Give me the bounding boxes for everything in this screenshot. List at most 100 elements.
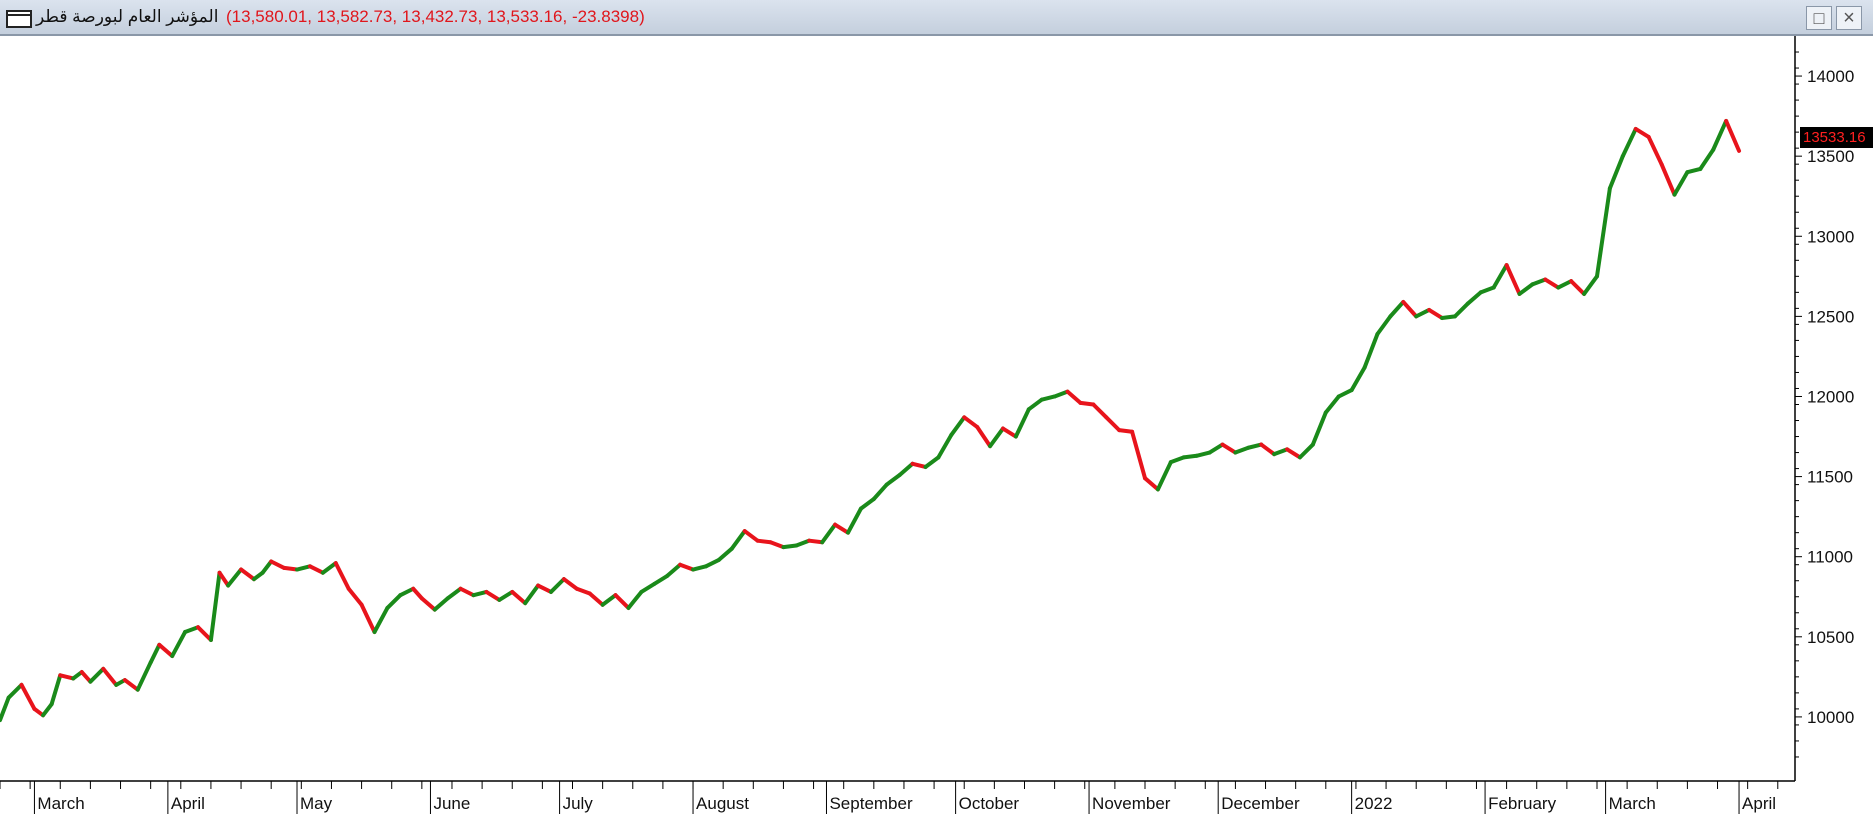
x-tick-label: October	[959, 794, 1020, 813]
x-tick-label: 2022	[1355, 794, 1393, 813]
price-segment-down	[1220, 442, 1238, 455]
price-segment-down	[346, 586, 364, 607]
price-segment-up	[1478, 285, 1496, 295]
price-segment-up	[1310, 410, 1328, 447]
price-segment-up	[639, 581, 657, 594]
price-segment-up	[1698, 147, 1716, 171]
price-segment-down	[1646, 134, 1664, 167]
price-segment-up	[1155, 460, 1173, 492]
x-tick-label: May	[300, 794, 333, 813]
price-segment-down	[975, 424, 993, 449]
price-segment-down	[1569, 279, 1587, 296]
price-segment-down	[101, 666, 119, 687]
price-segment-down	[1130, 429, 1148, 481]
price-segment-up	[1323, 394, 1341, 415]
price-segment-up	[226, 567, 244, 588]
price-segment-up	[1272, 447, 1290, 457]
price-segment-up	[845, 506, 863, 535]
price-segment-up	[1233, 445, 1251, 455]
price-segment-up	[1491, 263, 1509, 290]
price-segment-down	[1065, 389, 1083, 405]
price-segment-up	[1711, 118, 1729, 152]
price-segment-down	[1259, 442, 1277, 457]
price-segment-up	[936, 432, 954, 460]
price-segment-up	[1672, 170, 1690, 197]
window-menu-icon[interactable]	[6, 10, 32, 28]
price-segment-down	[1143, 476, 1160, 492]
price-segment-up	[1336, 388, 1354, 399]
price-segment-down	[510, 589, 528, 606]
price-segment-up	[665, 562, 683, 578]
y-tick-label: 13000	[1807, 227, 1854, 246]
x-tick-label: August	[696, 794, 749, 813]
price-segment-up	[49, 673, 63, 707]
last-price-label: 13533.16	[1800, 127, 1873, 148]
price-segment-up	[1026, 397, 1044, 412]
price-segment-down	[574, 586, 592, 596]
price-segment-up	[1607, 154, 1625, 191]
y-tick-label: 13500	[1807, 147, 1854, 166]
price-segment-up	[88, 666, 106, 684]
price-segment-up	[716, 546, 734, 562]
window-title-bar: المؤشر العام لبورصة قطر (13,580.01, 13,5…	[0, 0, 1873, 36]
price-segment-down	[217, 570, 231, 588]
price-segment-up	[6, 682, 24, 700]
price-segment-up	[1530, 277, 1548, 287]
price-segment-down	[1091, 402, 1109, 420]
chart-title: المؤشر العام لبورصة قطر	[36, 7, 219, 26]
price-segment-up	[884, 472, 902, 487]
price-segment-up	[988, 426, 1005, 449]
price-chart: 10000 10500 11000 11500 12000 12500 13000 13500…	[0, 36, 1854, 814]
price-segment-up	[1362, 332, 1380, 370]
y-tick-label: 11000	[1807, 548, 1853, 567]
price-segment-down	[458, 586, 476, 598]
price-segment-up	[858, 497, 876, 511]
price-segment-up	[148, 642, 162, 665]
y-axis: 10000 10500 11000 11500 12000 12500 13000 13500…	[1795, 51, 1854, 758]
price-segment-down	[536, 583, 553, 594]
price-segment-up	[135, 660, 153, 692]
price-segment-up	[1349, 365, 1367, 393]
price-segment-up	[372, 605, 390, 634]
price-segment-down	[1401, 299, 1419, 319]
price-segment-up	[1452, 301, 1470, 319]
restore-icon[interactable]: □	[1806, 6, 1832, 30]
price-segment-up	[703, 557, 721, 569]
price-segment-up	[729, 529, 747, 551]
price-segment-up	[548, 577, 566, 594]
price-segment-down	[484, 589, 502, 602]
x-tick-label: September	[829, 794, 912, 813]
price-segment-down	[1633, 126, 1651, 139]
close-icon[interactable]: ×	[1836, 6, 1862, 30]
x-tick-label: November	[1092, 794, 1171, 813]
price-segment-up	[794, 538, 812, 548]
price-segment-up	[600, 593, 618, 607]
price-segment-up	[1052, 389, 1070, 399]
price-segment-down	[269, 559, 287, 570]
price-segment-down	[678, 562, 696, 572]
price-segment-down	[561, 577, 579, 591]
price-segment-down	[768, 540, 786, 550]
price-segment-up	[1594, 186, 1612, 279]
price-segment-down	[333, 561, 351, 591]
x-axis: March April May June July August September Octo…	[0, 781, 1779, 814]
y-tick-label: 10500	[1807, 628, 1854, 647]
price-series	[0, 118, 1742, 723]
y-tick-label: 11500	[1807, 468, 1853, 487]
price-segment-down	[587, 591, 605, 607]
price-segment-up	[1556, 279, 1574, 290]
x-tick-label: March	[1609, 794, 1656, 813]
y-tick-label: 10000	[1807, 708, 1854, 727]
price-segment-up	[170, 630, 188, 659]
x-tick-label: April	[171, 794, 205, 813]
price-segment-down	[157, 642, 175, 659]
price-segment-down	[1504, 263, 1522, 296]
price-segment-up	[1517, 282, 1535, 296]
x-tick-label: December	[1221, 794, 1300, 813]
price-segment-up	[41, 702, 54, 718]
price-segment-up	[0, 695, 11, 723]
price-segment-down	[1659, 162, 1677, 197]
price-segment-up	[385, 593, 403, 610]
price-segment-down	[1427, 307, 1445, 320]
price-segment-down	[742, 529, 760, 543]
